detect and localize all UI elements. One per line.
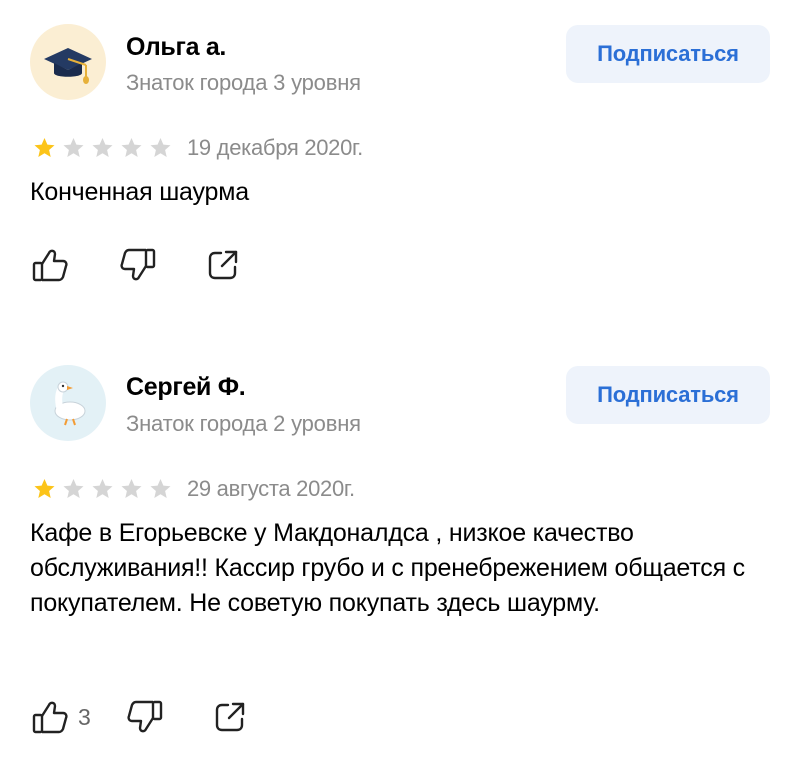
star-icon [121,138,142,157]
thumbs-up-icon [32,249,68,282]
review-actions [30,245,240,285]
star-icon [34,479,55,498]
review-date: 19 декабря 2020г. [187,135,363,160]
rating-row: 19 декабря 2020г. [30,133,363,163]
author-level: Знаток города 2 уровня [126,411,361,436]
share-button[interactable] [213,700,247,734]
share-icon [208,250,238,280]
thumbs-down-icon [127,700,162,733]
author-level: Знаток города 3 уровня [126,70,361,95]
share-icon [215,702,244,732]
review-text: Конченная шаурма [30,178,249,206]
thumbs-up-icon [32,701,68,734]
star-icon [150,479,171,498]
star-icon [121,479,142,498]
subscribe-button[interactable]: Подписаться [566,366,770,424]
avatar[interactable] [30,24,106,100]
star-rating [30,477,175,501]
star-icon [63,479,84,498]
avatar[interactable] [30,365,106,441]
subscribe-button[interactable]: Подписаться [566,25,770,83]
goose-icon [54,381,86,426]
author-name[interactable]: Ольга а. [126,33,226,62]
star-icon [63,138,84,157]
graduation-cap-icon [44,48,92,84]
review-actions: 3 [30,697,247,737]
star-icon [34,138,55,157]
author-name[interactable]: Сергей Ф. [126,373,246,402]
review-date: 29 августа 2020г. [187,476,355,501]
thumbs-down-icon [120,248,156,281]
like-button[interactable]: 3 [30,698,91,736]
like-count: 3 [78,703,91,730]
rating-row: 29 августа 2020г. [30,474,355,504]
review-text: Кафе в Егорьевске у Макдоналдса , низкое… [30,519,745,617]
share-button[interactable] [206,248,240,282]
star-icon [92,138,113,157]
star-rating [30,136,175,160]
like-button[interactable] [30,246,70,284]
dislike-button[interactable] [125,698,165,736]
star-icon [150,138,171,157]
star-icon [92,479,113,498]
dislike-button[interactable] [118,246,158,284]
